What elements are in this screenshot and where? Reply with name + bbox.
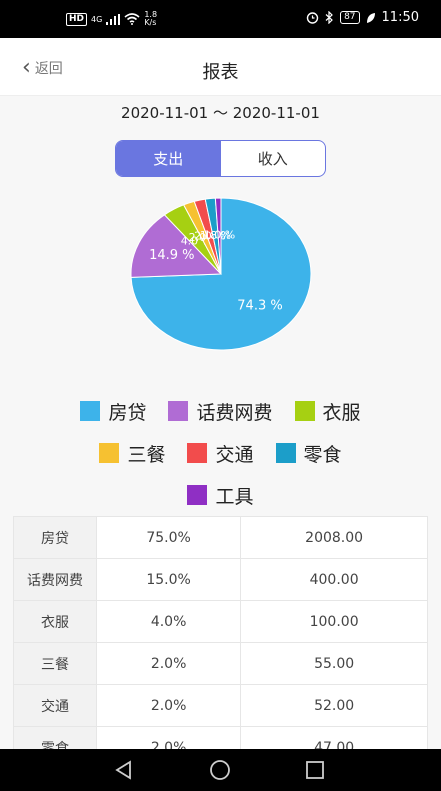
page-title: 报表 (202, 62, 239, 83)
category-cell: 交通 (13, 684, 97, 727)
alarm-icon (306, 12, 319, 24)
legend-swatch (168, 401, 189, 421)
legend-item: 三餐 (99, 440, 165, 467)
status-right: 87 11:50 (306, 10, 419, 25)
pie-slice-label: 74.3 % (237, 299, 282, 314)
legend-swatch (275, 443, 296, 463)
table-row[interactable]: 房贷 75.0% 2008.00 (13, 516, 428, 559)
amount-cell: 2008.00 (240, 516, 428, 559)
legend-label: 交通 (215, 443, 254, 466)
system-nav-bar (0, 749, 441, 791)
table-row[interactable]: 三餐 2.0% 55.00 (13, 642, 428, 685)
legend-label: 衣服 (322, 401, 361, 424)
bluetooth-icon (325, 11, 333, 24)
pie-chart: 74.3 %14.9 %4.0 %2.0 %2.0 %1.8 %1.0 % (130, 197, 312, 351)
legend-row: 工具 (0, 474, 441, 516)
network-type: 4G (91, 14, 103, 24)
percent-cell: 2.0% (95, 642, 242, 685)
wifi-icon (124, 13, 140, 25)
chart-legend: 房贷 话费网费 衣服三餐 交通 零食工具 (0, 390, 441, 516)
legend-swatch (99, 443, 120, 463)
legend-item: 工具 (187, 482, 254, 509)
legend-item: 交通 (187, 440, 254, 467)
legend-item: 话费网费 (168, 398, 273, 425)
percent-cell: 4.0% (95, 600, 242, 643)
status-left: HD 4G 1.8 K/s (66, 11, 157, 27)
type-toggle: 支出 收入 (115, 140, 326, 177)
status-bar: HD 4G 1.8 K/s 87 11:50 (0, 0, 441, 38)
amount-cell: 52.00 (240, 684, 428, 727)
category-cell: 话费网费 (13, 558, 97, 601)
tab-income[interactable]: 收入 (221, 141, 326, 176)
legend-row: 三餐 交通 零食 (0, 432, 441, 474)
charging-leaf-icon (366, 12, 375, 23)
legend-swatch (187, 443, 208, 463)
percent-cell: 2.0% (95, 684, 242, 727)
app-header: ‹ 返回 报表 (0, 38, 441, 96)
legend-label: 话费网费 (196, 401, 273, 424)
percent-cell: 15.0% (95, 558, 242, 601)
date-range[interactable]: 2020-11-01 ～ 2020-11-01 (0, 102, 441, 123)
speed-indicator: 1.8 K/s (144, 11, 157, 27)
signal-icon (106, 13, 121, 25)
table-row[interactable]: 交通 2.0% 52.00 (13, 684, 428, 727)
category-cell: 衣服 (13, 600, 97, 643)
hd-badge: HD (66, 12, 88, 26)
category-cell: 房贷 (13, 516, 97, 559)
amount-cell: 100.00 (240, 600, 428, 643)
legend-swatch (80, 401, 101, 421)
clock-time: 11:50 (381, 10, 419, 25)
tab-expense[interactable]: 支出 (116, 141, 221, 176)
category-cell: 三餐 (13, 642, 97, 685)
report-table: 房贷 75.0% 2008.00 话费网费 15.0% 400.00 衣服 4.0% 100.0… (13, 516, 428, 769)
pie-slice-label: 14.9 % (149, 248, 194, 263)
legend-item: 衣服 (294, 398, 361, 425)
table-row[interactable]: 话费网费 15.0% 400.00 (13, 558, 428, 601)
legend-swatch (187, 485, 208, 505)
legend-label: 三餐 (127, 443, 166, 466)
legend-row: 房贷 话费网费 衣服 (0, 390, 441, 432)
table-row[interactable]: 衣服 4.0% 100.00 (13, 600, 428, 643)
legend-swatch (294, 401, 315, 421)
amount-cell: 55.00 (240, 642, 428, 685)
amount-cell: 400.00 (240, 558, 428, 601)
triangle-back-icon[interactable] (113, 759, 135, 781)
legend-item: 零食 (275, 440, 342, 467)
legend-label: 工具 (215, 485, 254, 508)
circle-home-icon[interactable] (209, 759, 231, 781)
legend-label: 房贷 (108, 401, 147, 424)
square-recents-icon[interactable] (304, 759, 326, 781)
pie-slice-label: 1.0 % (204, 228, 235, 241)
battery-icon: 87 (340, 11, 360, 24)
speed-unit: K/s (144, 18, 157, 27)
percent-cell: 75.0% (95, 516, 242, 559)
legend-label: 零食 (303, 443, 342, 466)
legend-item: 房贷 (80, 398, 146, 425)
